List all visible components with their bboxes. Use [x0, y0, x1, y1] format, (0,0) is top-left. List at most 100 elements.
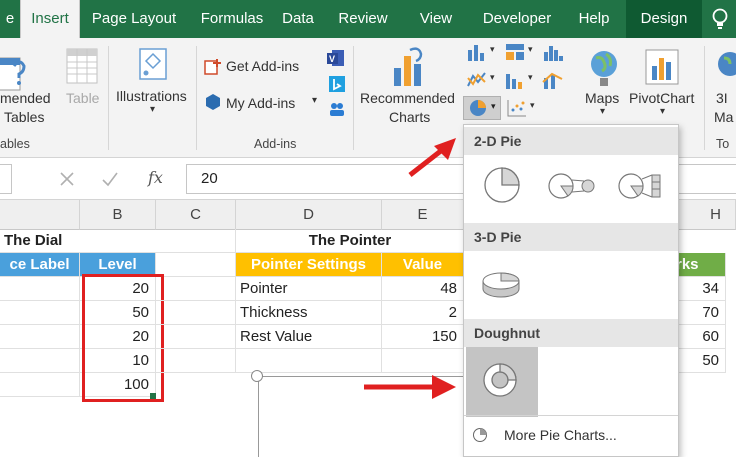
ribbon-tab-bar: e Insert Page Layout Formulas Data Revie…: [0, 0, 736, 38]
tab-home-partial[interactable]: e: [0, 0, 20, 38]
pie-chart-button[interactable]: ▾: [463, 96, 501, 120]
dial-title[interactable]: The Dial: [0, 229, 156, 253]
tab-insert[interactable]: Insert: [20, 0, 80, 38]
pivotchart-dropdown-icon[interactable]: ▾: [660, 106, 665, 117]
tables-group-label: ables: [0, 137, 30, 151]
tab-view[interactable]: View: [410, 0, 462, 38]
pointer-label-cell[interactable]: Rest Value: [236, 325, 382, 349]
tell-me-icon[interactable]: [708, 6, 732, 32]
visio-icon[interactable]: V: [326, 48, 346, 68]
more-charts-icon: [472, 427, 488, 443]
pie-chart-dropdown: 2-D Pie 3-D Pie Doughnut More Pie Charts…: [463, 124, 679, 457]
illustrations-label[interactable]: Illustrations: [116, 88, 187, 104]
cell[interactable]: [156, 349, 236, 373]
pointer-value-header[interactable]: Value: [382, 253, 464, 277]
column-header-d[interactable]: D: [236, 200, 382, 230]
column-header-e[interactable]: E: [382, 200, 464, 230]
pie-3d-option[interactable]: [480, 263, 522, 301]
pointer-label-cell[interactable]: Pointer: [236, 277, 382, 301]
tours-group-label: To: [716, 137, 730, 151]
my-addins-icon[interactable]: [204, 93, 222, 111]
column-header-c[interactable]: C: [156, 200, 236, 230]
cell[interactable]: [0, 325, 80, 349]
maps-dropdown-icon[interactable]: ▾: [600, 106, 605, 117]
enter-icon[interactable]: [101, 170, 119, 188]
people-graph-icon[interactable]: [328, 100, 346, 118]
pointer-value-cell[interactable]: 2: [382, 301, 464, 325]
tab-review[interactable]: Review: [330, 0, 396, 38]
recommended-charts-label-2[interactable]: Charts: [389, 109, 430, 125]
tab-developer[interactable]: Developer: [470, 0, 564, 38]
tab-page-layout[interactable]: Page Layout: [80, 0, 188, 38]
maps-icon[interactable]: [588, 48, 620, 88]
pointer-label-cell[interactable]: Thickness: [236, 301, 382, 325]
line-chart-icon[interactable]: [466, 70, 488, 90]
cell[interactable]: [156, 253, 236, 277]
3d-map-label-2[interactable]: Ma: [714, 109, 733, 125]
scatter-chart-dropdown-icon[interactable]: ▾: [530, 100, 535, 111]
illustrations-icon[interactable]: [136, 46, 170, 86]
3d-map-label-1[interactable]: 3I: [716, 90, 728, 106]
line-chart-dropdown-icon[interactable]: ▾: [490, 72, 495, 83]
pie-chart-icon: [470, 100, 486, 116]
pivotchart-label[interactable]: PivotChart: [629, 90, 694, 106]
get-addins-label[interactable]: Get Add-ins: [226, 58, 299, 74]
chart-resize-handle[interactable]: [251, 370, 263, 382]
get-addins-icon[interactable]: [204, 58, 222, 76]
hierarchy-chart-dropdown-icon[interactable]: ▾: [528, 44, 533, 55]
cell[interactable]: [156, 229, 236, 253]
recommended-charts-icon[interactable]: [390, 46, 430, 88]
maps-label[interactable]: Maps: [585, 90, 619, 106]
cell[interactable]: [156, 277, 236, 301]
doughnut-option[interactable]: [466, 347, 538, 417]
hierarchy-chart-icon[interactable]: [504, 42, 526, 62]
cell[interactable]: [0, 373, 80, 397]
waterfall-chart-icon[interactable]: [504, 70, 526, 90]
illustrations-dropdown-icon[interactable]: ▾: [150, 104, 155, 115]
column-chart-dropdown-icon[interactable]: ▾: [490, 44, 495, 55]
my-addins-label[interactable]: My Add-ins: [226, 95, 295, 111]
pointer-title[interactable]: The Pointer: [236, 229, 464, 253]
recommended-charts-label-1[interactable]: Recommended: [360, 90, 455, 106]
tab-design[interactable]: Design: [626, 0, 702, 38]
fill-handle[interactable]: [150, 393, 156, 399]
cancel-icon[interactable]: [58, 170, 76, 188]
tab-help[interactable]: Help: [572, 0, 616, 38]
pivotchart-icon[interactable]: [644, 48, 680, 88]
column-header-b[interactable]: B: [80, 200, 156, 230]
scatter-chart-icon[interactable]: [506, 98, 528, 118]
pointer-value-cell[interactable]: 48: [382, 277, 464, 301]
dial-label-header[interactable]: ce Label: [0, 253, 80, 277]
tab-formulas[interactable]: Formulas: [188, 0, 276, 38]
recommended-pivottables-icon[interactable]: [0, 52, 30, 92]
bar-of-pie-option[interactable]: [616, 171, 666, 201]
bing-maps-icon[interactable]: [328, 75, 346, 93]
insert-function-icon[interactable]: fx: [148, 168, 163, 187]
column-chart-icon[interactable]: [466, 42, 488, 62]
pointer-settings-header[interactable]: Pointer Settings: [236, 253, 382, 277]
table-icon: [66, 48, 98, 84]
cell[interactable]: [156, 301, 236, 325]
table-label: Table: [66, 90, 100, 106]
doughnut-icon: [483, 363, 517, 397]
column-header-a[interactable]: [0, 200, 80, 230]
my-addins-dropdown-icon[interactable]: ▾: [312, 95, 317, 106]
cell[interactable]: [0, 277, 80, 301]
tab-data[interactable]: Data: [276, 0, 320, 38]
pie-of-pie-option[interactable]: [546, 171, 596, 201]
statistic-chart-icon[interactable]: [542, 42, 564, 62]
cell[interactable]: [0, 349, 80, 373]
cell[interactable]: [382, 349, 464, 373]
cell[interactable]: [0, 301, 80, 325]
pie-2d-option[interactable]: [482, 165, 522, 205]
recommended-tables-label-2[interactable]: Tables: [4, 109, 44, 125]
cell[interactable]: [156, 325, 236, 349]
3d-map-icon[interactable]: [714, 48, 736, 88]
recommended-tables-label-1[interactable]: mended: [0, 90, 51, 106]
pointer-value-cell[interactable]: 150: [382, 325, 464, 349]
group-separator: [196, 46, 197, 150]
more-pie-charts-link[interactable]: More Pie Charts...: [504, 427, 617, 443]
name-box[interactable]: [0, 164, 12, 194]
waterfall-chart-dropdown-icon[interactable]: ▾: [528, 72, 533, 83]
combo-chart-icon[interactable]: [542, 70, 564, 90]
